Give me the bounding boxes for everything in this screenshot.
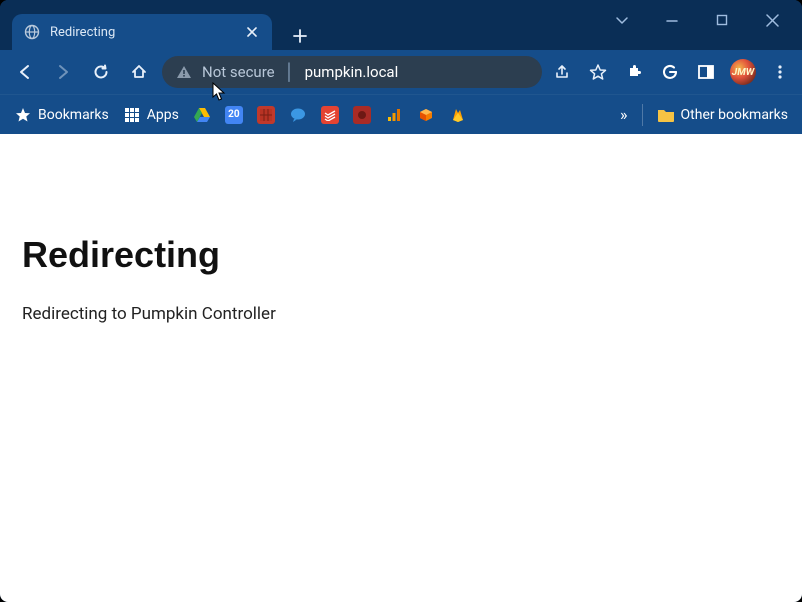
tab-title: Redirecting [50,25,234,40]
browser-tab[interactable]: Redirecting [12,14,272,50]
google-g-icon[interactable] [658,60,682,84]
omnibox-divider: │ [285,62,295,82]
tab-strip: Redirecting [0,0,314,50]
titlebar: Redirecting [0,0,802,50]
maximize-button[interactable] [706,8,738,32]
bookmarks-label: Bookmarks [38,107,109,123]
url-text: pumpkin.local [305,63,399,81]
bookmark-star-icon[interactable] [586,60,610,84]
folder-icon [657,106,675,124]
bookmark-red-grid-icon[interactable] [257,106,275,124]
globe-icon [24,24,40,40]
window-dropdown-icon[interactable] [606,8,638,32]
other-bookmarks-label: Other bookmarks [681,107,788,123]
address-toolbar: Not secure │ pumpkin.local JMW [0,50,802,94]
bookmark-calendar-icon[interactable]: 20 [225,106,243,124]
reload-button[interactable] [86,57,116,87]
bookmarks-folder[interactable]: Bookmarks [14,106,109,124]
back-button[interactable] [10,57,40,87]
other-bookmarks-folder[interactable]: Other bookmarks [657,106,788,124]
bookmark-todoist-icon[interactable] [321,106,339,124]
minimize-button[interactable] [656,8,688,32]
bookmark-drive-icon[interactable] [193,106,211,124]
toolbar-right: JMW [550,59,792,85]
star-filled-icon [14,106,32,124]
apps-shortcut[interactable]: Apps [123,106,179,124]
close-window-button[interactable] [756,8,788,32]
bookmark-firebase-icon[interactable] [449,106,467,124]
home-button[interactable] [124,57,154,87]
bookmarks-bar: Bookmarks Apps 20 [0,94,802,134]
window-controls [592,0,802,40]
bookmark-analytics-icon[interactable] [385,106,403,124]
bookmarks-separator [642,104,643,126]
profile-avatar[interactable]: JMW [730,59,756,85]
bookmark-chat-icon[interactable] [289,106,307,124]
bookmarks-overflow-button[interactable]: » [620,105,628,124]
page-viewport: Redirecting Redirecting to Pumpkin Contr… [0,134,802,602]
address-bar[interactable]: Not secure │ pumpkin.local [162,56,542,88]
apps-label: Apps [147,107,179,123]
warning-triangle-icon [176,64,192,80]
kebab-menu-icon[interactable] [768,60,792,84]
bookmark-cube-icon[interactable] [417,106,435,124]
forward-button[interactable] [48,57,78,87]
security-status-label: Not secure [202,63,275,81]
page-body-text: Redirecting to Pumpkin Controller [22,304,780,324]
share-icon[interactable] [550,60,574,84]
extensions-puzzle-icon[interactable] [622,60,646,84]
side-panel-icon[interactable] [694,60,718,84]
page-heading: Redirecting [22,234,780,276]
tab-close-button[interactable] [244,24,260,40]
bookmark-darkred-icon[interactable] [353,106,371,124]
new-tab-button[interactable] [286,22,314,50]
browser-window: Redirecting [0,0,802,602]
apps-grid-icon [123,106,141,124]
